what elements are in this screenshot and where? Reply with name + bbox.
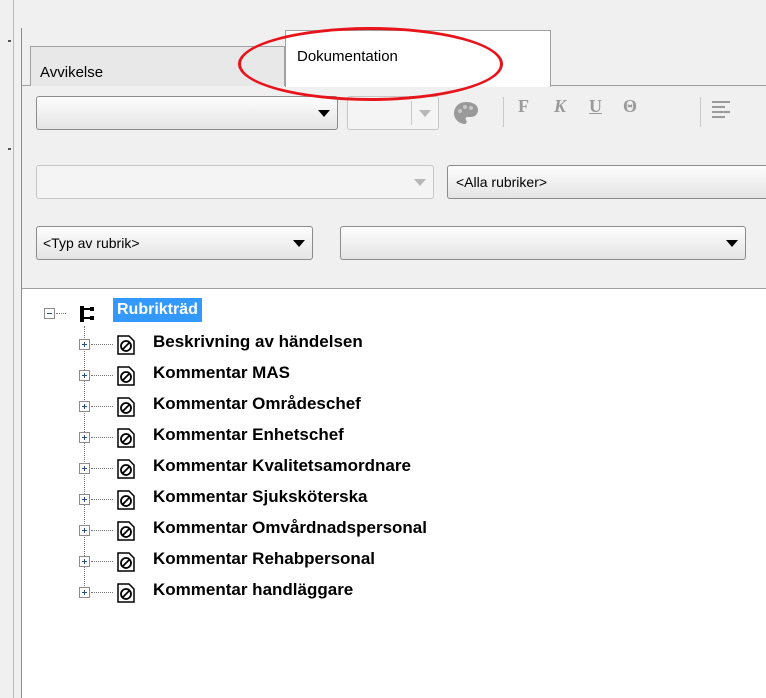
chevron-down-icon (318, 110, 330, 117)
heading-select-combo[interactable] (340, 226, 746, 260)
document-icon (117, 490, 135, 510)
toolbar-divider (700, 97, 701, 127)
tab-dokumentation[interactable]: Dokumentation (285, 30, 551, 87)
tab-bar: Avvikelse Dokumentation (22, 30, 766, 87)
tree-item-label: Kommentar MAS (153, 363, 290, 382)
expand-plus-icon[interactable] (79, 494, 90, 505)
palette-icon[interactable] (452, 100, 480, 126)
tree-item-label: Kommentar Rehabpersonal (153, 549, 375, 568)
document-icon (117, 521, 135, 541)
tree-connector (91, 561, 113, 562)
splitter-tick (8, 40, 11, 42)
tree-root-label[interactable]: Rubrikträd (113, 298, 202, 322)
combo-separator (411, 101, 412, 125)
expand-plus-icon[interactable] (79, 587, 90, 598)
left-splitter[interactable] (0, 0, 22, 698)
tree-connector (56, 313, 66, 314)
document-icon (117, 397, 135, 417)
document-icon (117, 366, 135, 386)
document-icon (117, 552, 135, 572)
tree-item-label: Kommentar handläggare (153, 580, 354, 599)
heading-filter-value: <Alla rubriker> (456, 174, 548, 190)
expand-plus-icon[interactable] (79, 463, 90, 474)
chevron-down-icon (293, 240, 305, 247)
underline-button[interactable]: U (589, 96, 602, 117)
tree-connector (91, 468, 113, 469)
italic-button[interactable]: K (554, 96, 566, 117)
align-left-icon[interactable] (712, 101, 730, 123)
window-top-strip (0, 0, 766, 30)
tree-item-label: Kommentar Områdeschef (153, 394, 361, 413)
tree-item-label: Beskrivning av händelsen (153, 332, 363, 351)
tree-connector (91, 530, 113, 531)
collapse-minus-icon[interactable] (44, 308, 55, 319)
document-icon (117, 583, 135, 603)
font-size-combo[interactable] (347, 96, 439, 130)
tab-label: Dokumentation (297, 48, 398, 65)
document-icon (117, 459, 135, 479)
bold-button[interactable]: F (518, 96, 529, 117)
tree-connector (91, 437, 113, 438)
tree-connector (91, 592, 113, 593)
filter-combo[interactable] (36, 165, 434, 199)
tree-item-label: Kommentar Omvårdnadspersonal (153, 518, 427, 537)
tree-connector (91, 344, 113, 345)
expand-plus-icon[interactable] (79, 370, 90, 381)
expand-plus-icon[interactable] (79, 556, 90, 567)
tab-avvikelse[interactable]: Avvikelse (30, 46, 285, 86)
tree-connector (91, 499, 113, 500)
chevron-down-icon (414, 179, 426, 186)
tree-item-label: Kommentar Kvalitetsamordnare (153, 456, 411, 475)
font-combo[interactable] (36, 96, 338, 130)
splitter-tick (8, 148, 11, 150)
heading-filter-combo[interactable]: <Alla rubriker> (447, 165, 766, 199)
toolbar-divider (503, 97, 504, 127)
chevron-down-icon (419, 110, 431, 117)
expand-plus-icon[interactable] (79, 432, 90, 443)
tab-label: Avvikelse (40, 64, 104, 81)
expand-plus-icon[interactable] (79, 525, 90, 536)
tree-connector (91, 375, 113, 376)
heading-type-combo[interactable]: <Typ av rubrik> (36, 226, 313, 260)
tree-item-label: Kommentar Sjuksköterska (153, 487, 368, 506)
splitter-edge (13, 0, 14, 698)
strikethrough-button[interactable]: Θ (623, 96, 637, 117)
tree-connector (91, 406, 113, 407)
tree-item-label: Kommentar Enhetschef (153, 425, 344, 444)
tree-root-icon (80, 306, 94, 322)
expand-plus-icon[interactable] (79, 339, 90, 350)
document-icon (117, 335, 135, 355)
document-icon (117, 428, 135, 448)
chevron-down-icon (726, 240, 738, 247)
expand-plus-icon[interactable] (79, 401, 90, 412)
heading-type-value: <Typ av rubrik> (43, 235, 140, 251)
